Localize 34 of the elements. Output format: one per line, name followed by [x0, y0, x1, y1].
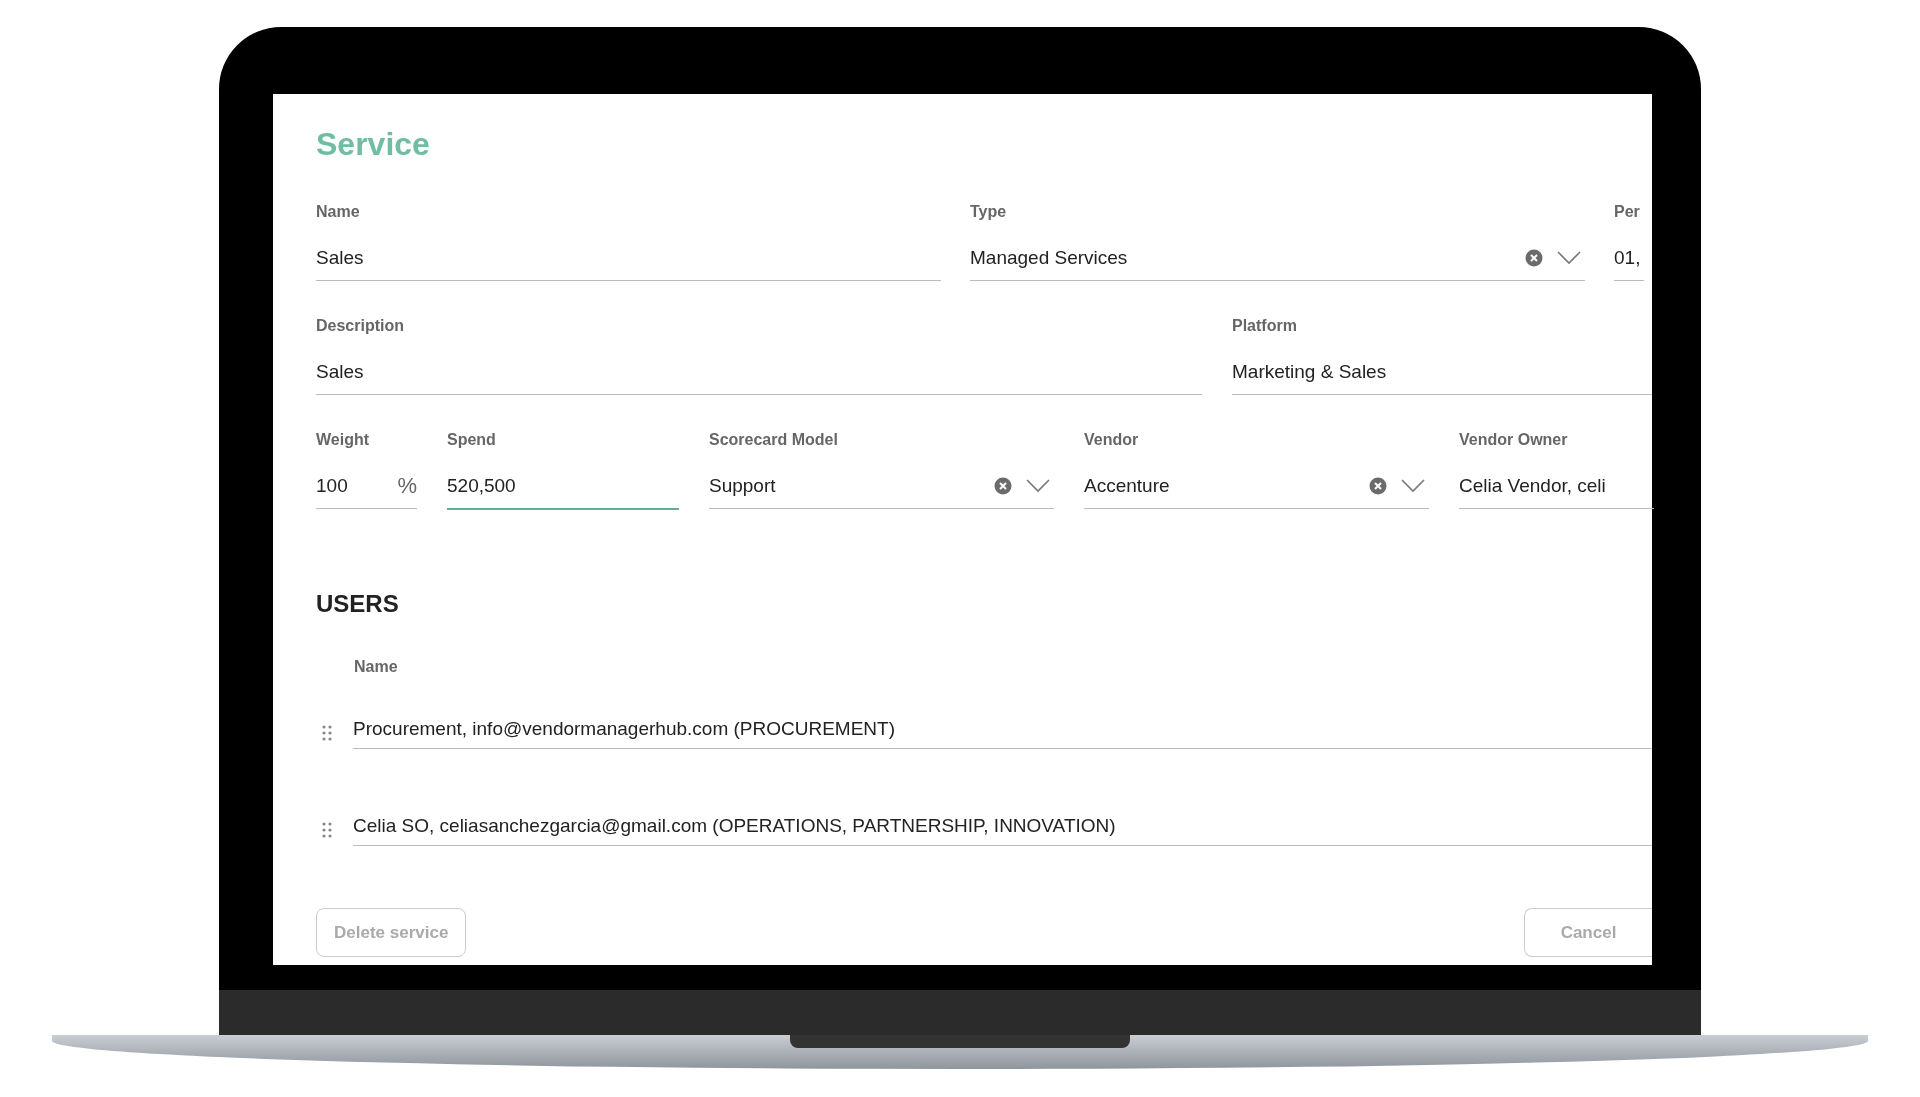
clear-icon[interactable] [1525, 249, 1543, 267]
select-field[interactable]: Managed Services [970, 244, 1585, 281]
input-field[interactable]: 01, [1614, 244, 1644, 281]
input-field[interactable]: Sales [316, 358, 1202, 395]
field-label: Platform [1232, 317, 1298, 335]
input-field[interactable]: Celia Vendor, celi [1459, 472, 1654, 509]
field-label: Vendor Owner [1459, 431, 1569, 449]
page-title: Service [316, 126, 431, 163]
input-field[interactable]: Sales [316, 244, 941, 281]
input-field[interactable]: Marketing & Sales [1232, 358, 1652, 395]
user-entry[interactable]: Procurement, info@vendormanagerhub.com (PROCUREMENT) [353, 718, 1652, 749]
select-field[interactable]: Support [709, 472, 1054, 509]
drag-handle-icon[interactable] [321, 724, 333, 743]
chevron-down-icon[interactable] [1026, 479, 1050, 493]
field-label: Description [316, 317, 405, 335]
field-label: Type [970, 203, 1008, 221]
clear-icon[interactable] [994, 477, 1012, 495]
field-label: Scorecard Model [709, 431, 839, 449]
percent-suffix: % [397, 473, 417, 499]
field-label: Vendor [1084, 431, 1140, 449]
field-label: Per [1614, 203, 1641, 221]
user-entry[interactable]: Celia SO, celiasanchezgarcia@gmail.com (OPERATIONS, PARTNERSHIP, INNOVATION) [353, 815, 1652, 846]
field-label: Weight [316, 431, 371, 449]
section-heading: USERS [316, 590, 400, 618]
select-field[interactable]: Accenture [1084, 472, 1429, 509]
drag-handle-icon[interactable] [321, 821, 333, 840]
chevron-down-icon[interactable] [1557, 251, 1581, 265]
input-field[interactable]: 100 % [316, 472, 417, 509]
field-label: Spend [447, 431, 497, 449]
clear-icon[interactable] [1369, 477, 1387, 495]
column-header: Name [354, 658, 398, 676]
input-field[interactable]: 520,500 [447, 472, 679, 510]
chevron-down-icon[interactable] [1401, 479, 1425, 493]
field-label: Name [316, 203, 361, 221]
